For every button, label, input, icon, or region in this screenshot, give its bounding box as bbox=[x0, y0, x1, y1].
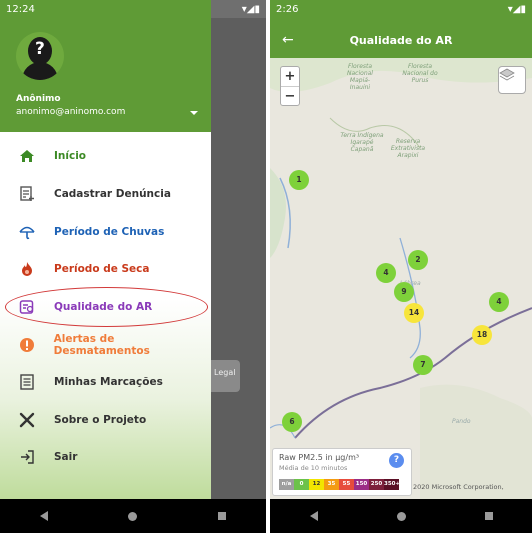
map-terrain bbox=[270, 58, 532, 499]
back-nav-icon[interactable] bbox=[309, 511, 318, 521]
menu-item-minhas-marcacoes[interactable]: Minhas Marcações bbox=[0, 363, 211, 400]
left-phone-screen: Legal ? Anônimo anonimo@aninomo.com Iníc… bbox=[0, 0, 266, 533]
air-quality-marker[interactable]: 4 bbox=[376, 263, 396, 283]
avatar[interactable]: ? bbox=[16, 32, 64, 80]
fire-icon bbox=[18, 260, 36, 278]
air-quality-marker[interactable]: 6 bbox=[282, 412, 302, 432]
report-add-icon bbox=[18, 185, 36, 203]
menu-label: Sobre o Projeto bbox=[54, 413, 147, 426]
legend-subtitle: Média de 10 minutos bbox=[279, 464, 348, 472]
scale-step: 55 bbox=[339, 479, 354, 490]
scale-step: 0 bbox=[294, 479, 309, 490]
menu-label: Alertas de Desmatamentos bbox=[53, 332, 150, 357]
signal-battery-icon: ▾◢▮ bbox=[241, 3, 260, 15]
layers-button[interactable] bbox=[498, 66, 526, 94]
status-bar: 2:26 ▾◢▮ bbox=[270, 0, 532, 18]
scale-step: 150 bbox=[354, 479, 369, 490]
signal-battery-icon: ▾◢▮ bbox=[507, 3, 526, 15]
menu-item-periodo-seca[interactable]: Período de Seca bbox=[0, 250, 211, 287]
home-nav-icon[interactable] bbox=[396, 511, 406, 521]
status-bar: 12:24 ▾◢▮ bbox=[0, 0, 266, 18]
air-quality-marker[interactable]: 18 bbox=[472, 325, 492, 345]
air-quality-marker[interactable]: 4 bbox=[489, 292, 509, 312]
menu-item-sair[interactable]: Sair bbox=[0, 438, 211, 475]
back-nav-icon[interactable] bbox=[40, 511, 49, 521]
scale-step: 12 bbox=[309, 479, 324, 490]
umbrella-icon bbox=[18, 223, 36, 241]
background-content bbox=[211, 18, 266, 499]
status-time: 2:26 bbox=[276, 3, 299, 15]
highlight-annotation bbox=[5, 287, 208, 327]
scale-step: 350+ bbox=[384, 479, 400, 490]
status-time: 12:24 bbox=[6, 3, 35, 15]
zoom-control: + − bbox=[280, 66, 300, 106]
menu-label: Período de Chuvas bbox=[54, 225, 165, 238]
navigation-bar bbox=[270, 499, 532, 533]
menu-item-cadastrar-denuncia[interactable]: Cadastrar Denúncia bbox=[0, 175, 211, 212]
menu-label: Minhas Marcações bbox=[54, 375, 163, 388]
map-place-label: Floresta Nacional do Purus bbox=[402, 63, 438, 84]
background-card: Legal bbox=[206, 360, 240, 392]
map-town-label: Pando bbox=[452, 418, 471, 425]
map-place-label: Terra Indígena Igarapé Capanã bbox=[340, 132, 384, 153]
navigation-bar bbox=[0, 499, 266, 533]
drawer-header: ? Anônimo anonimo@aninomo.com bbox=[0, 0, 211, 132]
help-icon[interactable]: ? bbox=[389, 453, 404, 468]
scale-step: n/a bbox=[279, 479, 294, 490]
layers-icon bbox=[499, 68, 515, 81]
page-title: Qualidade do AR bbox=[349, 34, 453, 47]
menu-item-periodo-chuvas[interactable]: Período de Chuvas bbox=[0, 213, 211, 250]
zoom-out-button[interactable]: − bbox=[281, 86, 299, 105]
menu-label: Cadastrar Denúncia bbox=[54, 187, 171, 200]
account-dropdown-icon[interactable] bbox=[190, 111, 198, 115]
user-email: anonimo@aninomo.com bbox=[16, 107, 126, 117]
map-copyright: 2020 Microsoft Corporation, bbox=[413, 483, 504, 491]
air-quality-marker[interactable]: 1 bbox=[289, 170, 309, 190]
right-phone-screen: ← Qualidade do AR 2:26 ▾◢▮ Floresta Naci… bbox=[270, 0, 532, 533]
air-quality-marker[interactable]: 7 bbox=[413, 355, 433, 375]
map-view[interactable]: Floresta Nacional Mapiá-Inauini Floresta… bbox=[270, 58, 532, 499]
tools-icon bbox=[18, 411, 36, 429]
scale-step: 35 bbox=[324, 479, 339, 490]
menu-item-inicio[interactable]: Início bbox=[0, 137, 211, 174]
user-name: Anônimo bbox=[16, 94, 61, 104]
alert-icon bbox=[18, 336, 36, 354]
menu-label: Período de Seca bbox=[54, 262, 150, 275]
air-quality-marker[interactable]: 2 bbox=[408, 250, 428, 270]
scale-step: 250 bbox=[369, 479, 384, 490]
legend-title: Raw PM2.5 in µg/m³ bbox=[279, 453, 360, 462]
menu-item-alertas-desmatamentos[interactable]: Alertas de Desmatamentos bbox=[0, 326, 211, 363]
pm25-legend: Raw PM2.5 in µg/m³ Média de 10 minutos ?… bbox=[272, 448, 412, 496]
air-quality-marker[interactable]: 9 bbox=[394, 282, 414, 302]
home-icon bbox=[18, 147, 36, 165]
recents-nav-icon[interactable] bbox=[217, 512, 226, 520]
map-place-label: Floresta Nacional Mapiá-Inauini bbox=[347, 63, 373, 91]
legend-scale: n/a 0 12 35 55 150 250 350+ bbox=[279, 479, 400, 490]
menu-label: Sair bbox=[54, 450, 78, 463]
navigation-drawer: ? Anônimo anonimo@aninomo.com Início Cad… bbox=[0, 0, 211, 499]
menu-item-sobre-projeto[interactable]: Sobre o Projeto bbox=[0, 401, 211, 438]
air-quality-marker[interactable]: 14 bbox=[404, 303, 424, 323]
recents-nav-icon[interactable] bbox=[484, 512, 493, 520]
menu-label: Início bbox=[54, 149, 87, 162]
map-place-label: Reserva Extrativista Arapixi bbox=[390, 138, 426, 159]
logout-icon bbox=[18, 448, 36, 466]
list-icon bbox=[18, 373, 36, 391]
home-nav-icon[interactable] bbox=[128, 511, 138, 521]
zoom-in-button[interactable]: + bbox=[281, 67, 299, 86]
